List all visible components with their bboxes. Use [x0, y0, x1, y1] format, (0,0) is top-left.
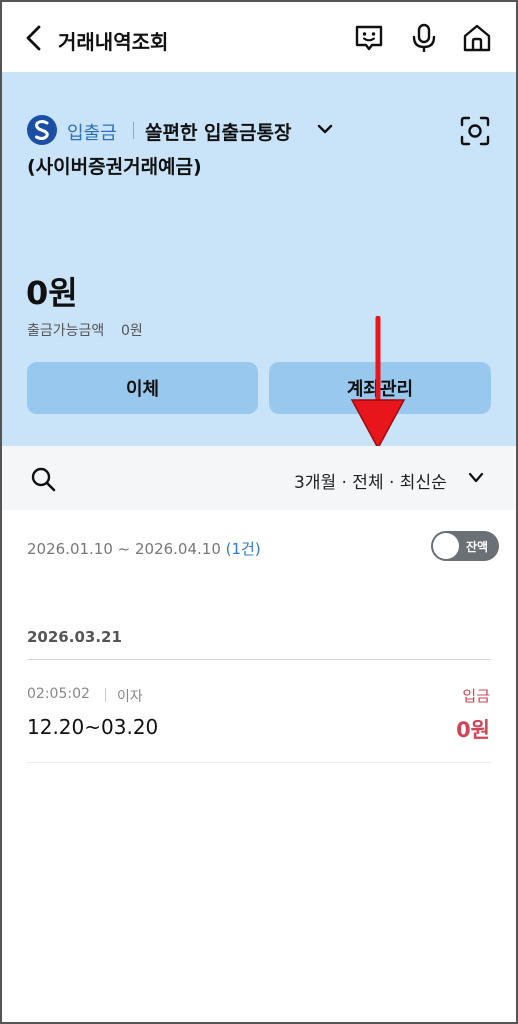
transfer-button[interactable]: 이체 — [27, 362, 258, 414]
home-icon[interactable] — [461, 22, 493, 54]
transaction-amount: 0원 — [456, 718, 490, 742]
toggle-knob — [433, 533, 459, 559]
balance-toggle[interactable]: 잔액 — [431, 531, 499, 561]
account-card: 입출금 쏠편한 입출금통장 (사이버증권거래예금) 0원 출금가능금액 0원 이… — [0, 72, 518, 450]
date-group-header: 2026.03.21 — [27, 628, 122, 646]
date-range: 2026.01.10 ~ 2026.04.10 (1건) — [27, 538, 261, 559]
page-title: 거래내역조회 — [58, 30, 169, 54]
transaction-memo: 12.20~03.20 — [27, 715, 159, 739]
chatbot-icon[interactable] — [353, 22, 385, 54]
transaction-type: 입금 — [462, 687, 490, 705]
back-arrow-icon[interactable] — [22, 24, 46, 52]
date-range-text: 2026.01.10 ~ 2026.04.10 — [27, 540, 221, 558]
search-icon[interactable] — [30, 466, 56, 492]
available-amount: 0원 — [121, 323, 143, 339]
transaction-kind: 이자 — [117, 689, 143, 705]
account-name[interactable]: 쏠편한 입출금통장 — [145, 118, 291, 145]
microphone-icon[interactable] — [408, 22, 440, 54]
balance-amount: 0원 — [26, 274, 78, 312]
chevron-down-icon[interactable] — [316, 122, 334, 136]
account-subtitle: (사이버증권거래예금) — [27, 156, 202, 178]
account-type-divider — [133, 122, 134, 139]
scan-icon[interactable] — [458, 114, 492, 148]
toggle-label: 잔액 — [466, 540, 489, 554]
transaction-count: (1건) — [225, 540, 261, 558]
transaction-time: 02:05:02 — [27, 686, 90, 702]
account-type: 입출금 — [67, 123, 117, 144]
chevron-down-icon[interactable] — [467, 472, 485, 484]
red-arrow-annotation — [350, 316, 406, 450]
divider — [27, 762, 491, 763]
transaction-separator — [105, 688, 106, 702]
shinhan-logo-icon — [27, 115, 57, 145]
filter-bar: 3개월 · 전체 · 최신순 — [0, 446, 518, 510]
filter-summary[interactable]: 3개월 · 전체 · 최신순 — [294, 468, 447, 493]
top-bar: 거래내역조회 — [0, 0, 518, 72]
divider — [27, 659, 491, 660]
available-label: 출금가능금액 — [27, 323, 105, 339]
